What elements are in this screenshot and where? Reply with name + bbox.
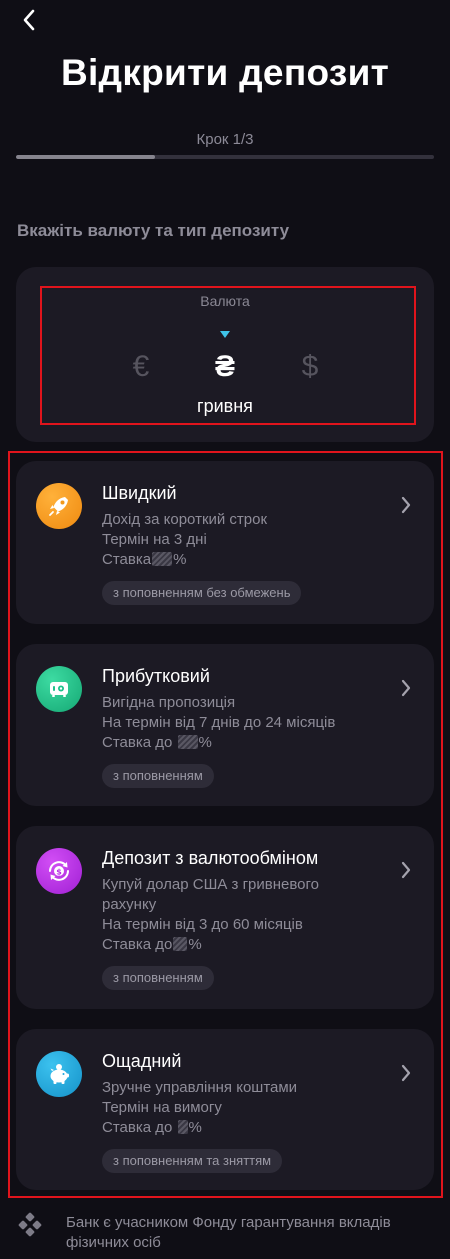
deposit-rate-prefix: Ставка до [102,1119,173,1136]
deposit-badge: з поповненням [102,966,214,990]
deposit-term: На термін від 7 днів до 24 місяців [102,714,336,731]
deposit-rate: Ставка до % [102,734,212,751]
currency-option-hryvnia[interactable]: ₴ [205,350,245,384]
deposit-badge: з поповненням без обмежень [102,581,302,605]
redacted-rate [152,552,173,566]
deposit-description-continued: рахунку [102,896,157,913]
deposit-description: Вигідна пропозиція [102,694,236,711]
deposit-rate-suffix: % [173,551,187,568]
deposit-rate-suffix: % [188,936,202,953]
currency-label: Валюта [200,293,250,309]
guarantee-fund-text: Банк є учасником Фонду гарантування вкла… [66,1214,391,1251]
deposit-term: Термін на 3 дні [102,531,207,548]
progress-bar [16,155,434,159]
guarantee-fund-icon [18,1212,42,1237]
deposit-rate-prefix: Ставка до [102,734,173,751]
safe-icon [36,666,82,712]
step-indicator: Крок 1/3 [196,131,254,148]
deposit-card-savings[interactable]: Ощадний Зручне управління коштами Термін… [16,1029,434,1190]
chevron-left-icon [23,9,35,31]
deposit-title: Прибутковий [102,666,210,686]
selected-indicator-icon [220,331,230,338]
deposit-card-currency-exchange[interactable]: $ Депозит з валютообміном Купуй долар СШ… [16,826,434,1009]
deposit-rate-prefix: Ставка [102,551,152,568]
deposit-description: Дохід за короткий строк [102,511,268,528]
deposit-rate: Ставка% [102,551,186,568]
chevron-right-icon [398,494,414,516]
currency-option-dollar[interactable]: $ [290,350,330,384]
deposit-description: Зручне управління коштами [102,1079,298,1096]
currency-option-euro[interactable]: € [121,350,161,384]
deposit-rate: Ставка до % [102,1119,202,1136]
page-title: Відкрити депозит [60,52,390,93]
section-heading: Вкажіть валюту та тип депозиту [17,221,290,240]
svg-text:$: $ [56,868,62,877]
deposit-badge: з поповненням та зняттям [102,1149,283,1173]
piggy-bank-icon [36,1051,82,1097]
deposit-rate-suffix: % [188,1119,202,1136]
deposit-card-profitable[interactable]: Прибутковий Вигідна пропозиція На термін… [16,644,434,806]
redacted-rate [177,735,198,749]
chevron-right-icon [398,859,414,881]
deposit-title: Депозит з валютообміном [102,848,319,868]
chevron-right-icon [398,1062,414,1084]
back-button[interactable] [14,6,44,34]
selected-currency-name: гривня [197,396,253,416]
deposit-title: Ощадний [102,1051,182,1071]
deposit-term: Термін на вимогу [102,1099,222,1116]
deposit-rate: Ставка до% [102,936,202,953]
deposit-term: На термін від 3 до 60 місяців [102,916,303,933]
rocket-icon [36,483,82,529]
deposit-rate-prefix: Ставка до [102,936,173,953]
open-deposit-screen: Відкрити депозит Крок 1/3 Вкажіть валюту… [0,0,450,1259]
chevron-right-icon [398,677,414,699]
deposit-rate-suffix: % [198,734,212,751]
deposit-description: Купуй долар США з гривневого [102,876,319,893]
currency-exchange-icon: $ [36,848,82,894]
deposit-card-fast[interactable]: Швидкий Дохід за короткий строк Термін н… [16,461,434,624]
deposit-title: Швидкий [102,483,177,503]
redacted-rate [173,937,188,951]
deposit-badge: з поповненням [102,764,214,788]
redacted-rate [177,1120,188,1134]
progress-bar-fill [16,155,156,159]
